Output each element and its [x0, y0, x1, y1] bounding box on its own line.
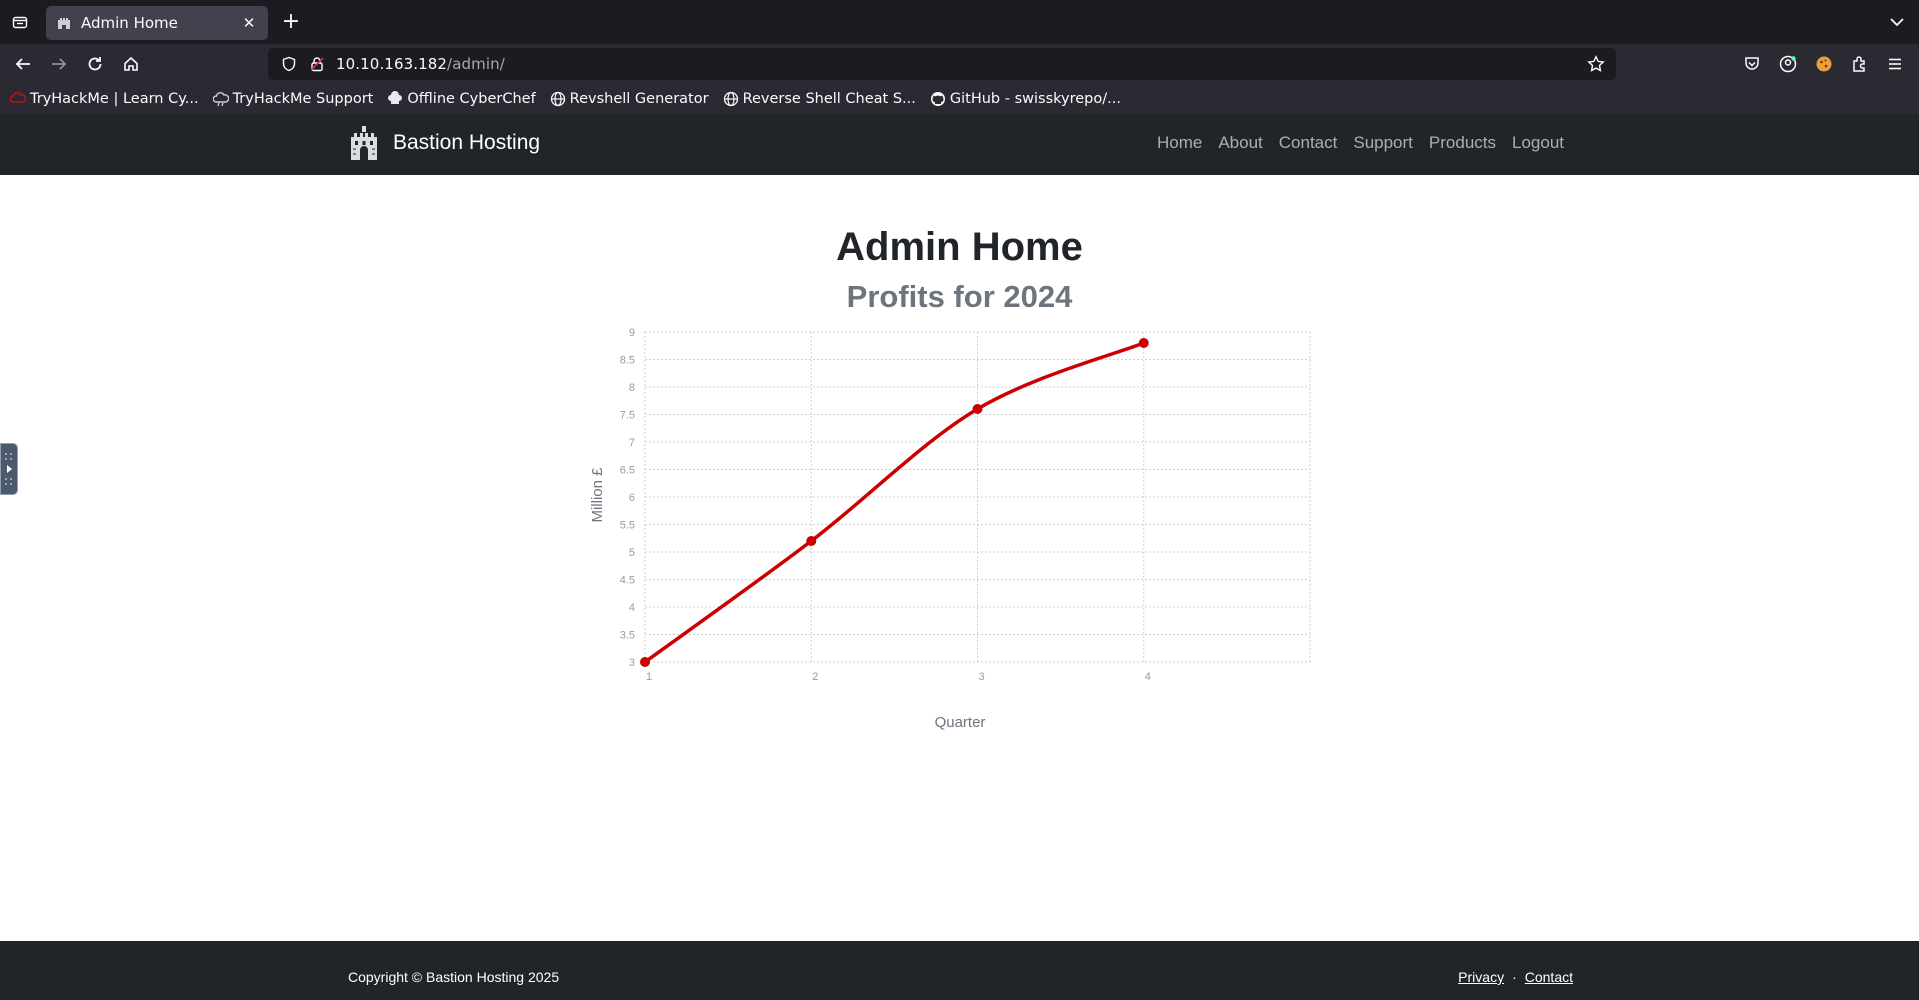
cloud-icon: [212, 91, 229, 107]
y-tick-label: 8: [629, 382, 635, 394]
bookmark-label: Revshell Generator: [569, 91, 709, 107]
chart-grid: [644, 331, 1311, 663]
y-tick-label: 5: [629, 547, 635, 559]
shield-icon[interactable]: [280, 55, 298, 73]
x-tick-label: 4: [1145, 671, 1151, 683]
forward-arrow-icon[interactable]: [46, 51, 72, 77]
bookmark-label: GitHub - swisskyrepo/...: [949, 91, 1121, 107]
y-tick-label: 3.5: [620, 630, 635, 642]
data-point: [640, 657, 650, 667]
chef-hat-icon: [387, 91, 403, 107]
x-axis-ticks: 1 2 3 4: [646, 671, 1151, 683]
nav-support[interactable]: Support: [1353, 133, 1413, 153]
nav-products[interactable]: Products: [1429, 133, 1496, 153]
data-point: [972, 404, 983, 414]
x-tick-label: 2: [812, 671, 818, 683]
brand-name: Bastion Hosting: [393, 131, 541, 154]
extensions-puzzle-icon[interactable]: [1849, 53, 1871, 75]
bookmark-revshell-generator[interactable]: Revshell Generator: [550, 91, 709, 107]
hamburger-menu-icon[interactable]: [1884, 53, 1906, 75]
y-tick-label: 5.5: [620, 520, 635, 532]
y-tick-label: 9: [629, 327, 635, 339]
brand-link[interactable]: Bastion Hosting: [349, 125, 540, 161]
browser-tab-bar: Admin Home ✕ +: [0, 0, 1919, 44]
y-tick-label: 6.5: [620, 465, 635, 477]
site-navbar: Bastion Hosting Home About Contact Suppo…: [0, 114, 1919, 175]
bookmark-label: Reverse Shell Cheat S...: [742, 91, 916, 107]
tab-title: Admin Home: [81, 14, 178, 32]
site-footer: Copyright © Bastion Hosting 2025 Privacy…: [0, 941, 1919, 1000]
reload-icon[interactable]: [82, 51, 108, 77]
close-tab-icon[interactable]: ✕: [238, 12, 260, 34]
y-axis-ticks: 3 3.5 4 4.5 5 5.5 6 6.5 7 7.5 8 8.5 9: [620, 327, 635, 669]
y-tick-label: 4: [629, 602, 635, 614]
y-tick-label: 4.5: [620, 575, 635, 587]
new-tab-icon[interactable]: +: [279, 10, 303, 34]
series-line: [643, 341, 1146, 664]
page-subtitle: Profits for 2024: [846, 279, 1073, 314]
home-icon[interactable]: [118, 51, 144, 77]
url-bar[interactable]: 10.10.163.182/admin/: [268, 48, 1616, 80]
footer-privacy-link[interactable]: Privacy: [1458, 969, 1504, 985]
footer-contact-link[interactable]: Contact: [1525, 969, 1573, 985]
footer-links: Privacy · Contact: [1458, 969, 1573, 985]
main-menu: Home About Contact Support Products Logo…: [1141, 133, 1564, 153]
url-host: 10.10.163.182: [336, 55, 448, 73]
side-panel-handle[interactable]: [0, 443, 18, 495]
insecure-lock-icon[interactable]: [308, 55, 326, 73]
nav-about[interactable]: About: [1218, 133, 1262, 153]
bookmark-reverse-shell-cheat-sheet[interactable]: Reverse Shell Cheat S...: [723, 91, 916, 107]
y-tick-label: 7.5: [620, 410, 635, 422]
bookmark-label: TryHackMe | Learn Cy...: [30, 91, 199, 107]
bookmark-star-icon[interactable]: [1586, 54, 1606, 74]
back-arrow-icon[interactable]: [10, 51, 36, 77]
github-icon: [930, 91, 946, 107]
bookmark-tryhackme-support[interactable]: TryHackMe Support: [212, 91, 374, 107]
chevron-down-icon[interactable]: [1887, 12, 1907, 32]
x-tick-label: 1: [646, 671, 652, 683]
nav-logout[interactable]: Logout: [1512, 133, 1564, 153]
y-tick-label: 8.5: [620, 355, 635, 367]
list-all-tabs-icon[interactable]: [8, 10, 32, 34]
castle-favicon-icon: [56, 15, 72, 31]
x-tick-label: 3: [978, 671, 984, 683]
url-text[interactable]: 10.10.163.182/admin/: [336, 55, 505, 73]
castle-logo-icon: [351, 126, 377, 160]
pocket-icon[interactable]: [1741, 53, 1763, 75]
bookmark-github-swisskyrepo[interactable]: GitHub - swisskyrepo/...: [930, 91, 1121, 107]
data-point: [806, 536, 817, 546]
tab-admin-home[interactable]: Admin Home ✕: [46, 6, 268, 40]
url-path: /admin/: [447, 55, 505, 73]
bookmark-offline-cyberchef[interactable]: Offline CyberChef: [387, 91, 536, 107]
page-title: Admin Home: [836, 225, 1083, 269]
globe-icon: [723, 91, 739, 107]
nav-contact[interactable]: Contact: [1279, 133, 1338, 153]
footer-separator: ·: [1512, 969, 1517, 985]
account-icon[interactable]: [1777, 53, 1799, 75]
browser-toolbar: 10.10.163.182/admin/: [0, 44, 1919, 84]
y-tick-label: 7: [629, 437, 635, 449]
profits-line-chart: 3 3.5 4 4.5 5 5.5 6 6.5 7 7.5 8 8.5 9 1 2 3 4 Million £…: [589, 327, 1311, 731]
y-axis-label: Million £: [589, 467, 606, 523]
copyright-text: Copyright © Bastion Hosting 2025: [348, 969, 560, 985]
cookie-extension-icon[interactable]: [1813, 53, 1835, 75]
main-content: Admin Home Profits for 2024 3 3.5 4 4.5 5 5.5…: [0, 175, 1919, 941]
bookmarks-toolbar: TryHackMe | Learn Cy... TryHackMe Suppor…: [0, 84, 1919, 114]
tryhackme-icon: [10, 91, 26, 107]
globe-icon: [550, 91, 566, 107]
nav-home[interactable]: Home: [1157, 133, 1202, 153]
bookmark-tryhackme[interactable]: TryHackMe | Learn Cy...: [10, 91, 199, 107]
data-point: [1138, 338, 1149, 348]
bookmark-label: Offline CyberChef: [407, 91, 536, 107]
y-tick-label: 3: [629, 657, 635, 669]
x-axis-label: Quarter: [935, 714, 986, 731]
bookmark-label: TryHackMe Support: [232, 91, 374, 107]
y-tick-label: 6: [629, 492, 635, 504]
